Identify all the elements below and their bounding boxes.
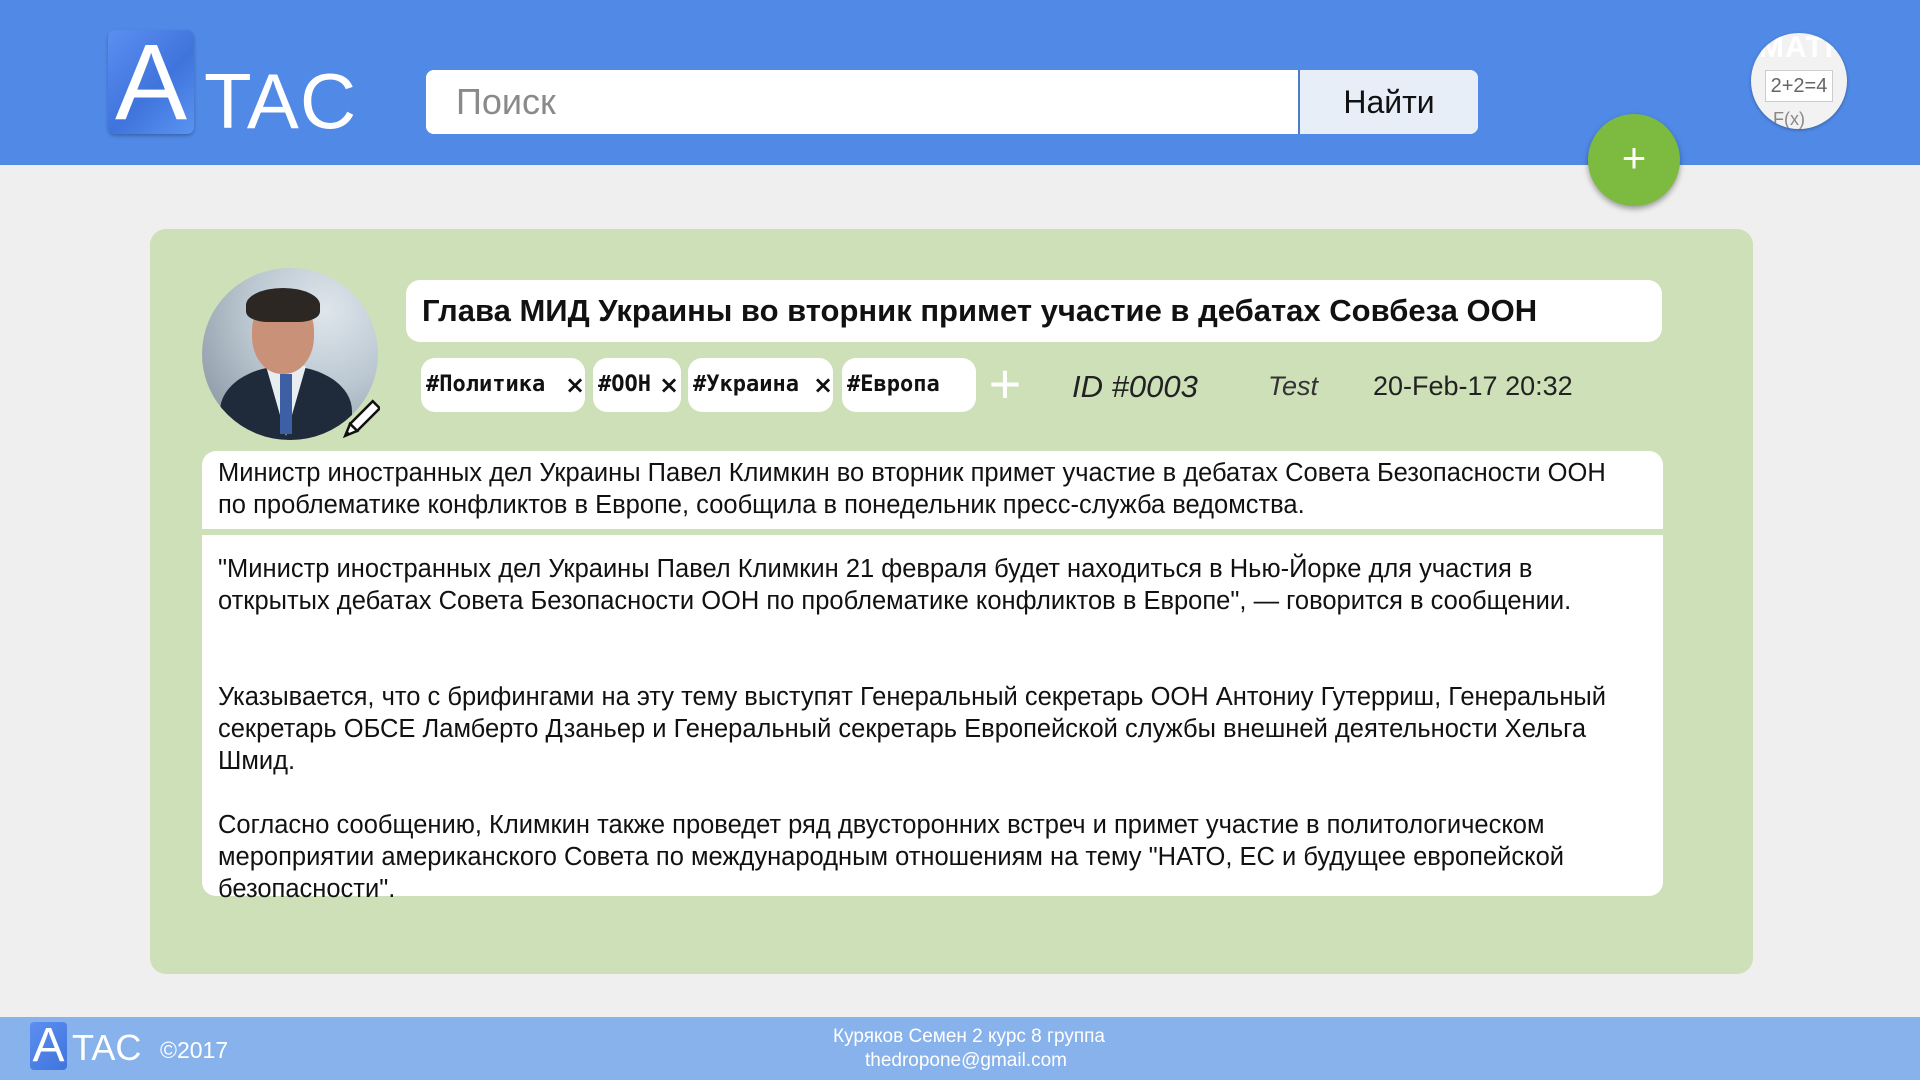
tag-politics[interactable]: #Политика × [421, 358, 585, 412]
remove-tag-icon[interactable]: × [565, 358, 585, 412]
article-lead-box: Министр иностранных дел Украины Павел Кл… [202, 451, 1663, 529]
remove-tag-icon[interactable]: × [659, 358, 679, 412]
tag-un[interactable]: #ООН × [593, 358, 681, 412]
article-date: 20-Feb-17 20:32 [1373, 371, 1573, 401]
add-article-button[interactable]: + [1588, 114, 1680, 206]
tag-europe[interactable]: #Европа [842, 358, 976, 412]
tag-ukraine[interactable]: #Украина × [688, 358, 833, 412]
math-widget-icon[interactable]: MATH 2+2=4 F(x) [1751, 33, 1847, 129]
tag-label: #Европа [847, 372, 940, 397]
pencil-icon[interactable] [340, 398, 380, 444]
article-paragraph: "Министр иностранных дел Украины Павел К… [218, 555, 1572, 615]
logo-letter: A [108, 28, 194, 136]
article-paragraph: Указывается, что с брифингами на эту тем… [218, 683, 1606, 775]
article-author[interactable]: Test [1268, 371, 1318, 402]
math-widget-equation: 2+2=4 [1765, 70, 1833, 102]
article-body-box: "Министр иностранных дел Украины Павел К… [202, 535, 1663, 903]
math-widget-title: MATH [1759, 33, 1847, 64]
search-bar: Найти [426, 70, 1478, 134]
footer-email[interactable]: thedropone@gmail.com [6, 1050, 1920, 1072]
tag-label: #Политика [426, 372, 546, 397]
article-lead: Министр иностранных дел Украины Павел Кл… [218, 459, 1606, 519]
article-title-box: Глава МИД Украины во вторник примет учас… [406, 280, 1662, 342]
tag-label: #Украина [693, 372, 799, 397]
add-tag-button[interactable]: + [985, 356, 1025, 412]
math-widget-func: F(x) [1773, 109, 1805, 129]
search-input[interactable] [426, 70, 1298, 134]
article-paragraph: Согласно сообщению, Климкин также провед… [218, 811, 1565, 903]
logo-text: TAC [204, 57, 358, 145]
article-title: Глава МИД Украины во вторник примет учас… [422, 293, 1538, 328]
search-button[interactable]: Найти [1298, 70, 1478, 134]
article-id: ID #0003 [1072, 369, 1198, 404]
footer-author: Куряков Семен 2 курс 8 группа [833, 1026, 1105, 1047]
remove-tag-icon[interactable]: × [813, 358, 833, 412]
tag-label: #ООН [598, 372, 651, 397]
